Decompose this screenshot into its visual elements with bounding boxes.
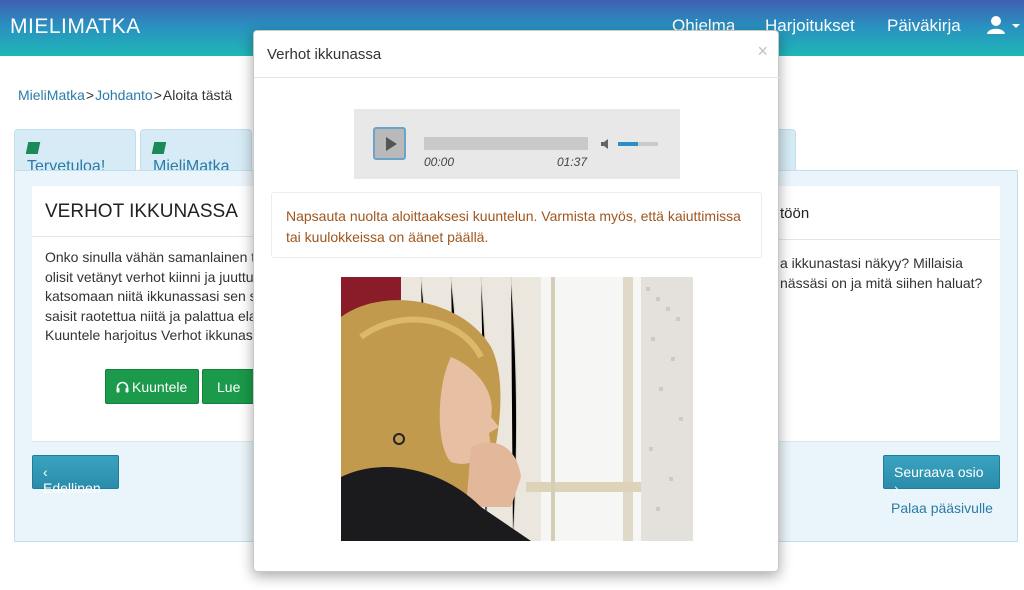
volume-level [618, 142, 638, 146]
audio-player: 00:00 01:37 [354, 109, 680, 179]
close-icon[interactable]: × [757, 41, 768, 62]
volume-slider[interactable] [618, 142, 658, 146]
modal-title: Verhot ikkunassa [267, 46, 382, 63]
seek-bar[interactable] [424, 137, 588, 150]
volume-icon[interactable] [600, 138, 612, 150]
audio-modal: Verhot ikkunassa × 00:00 01:37 Napsauta … [253, 30, 780, 572]
duration: 01:37 [557, 155, 588, 169]
modal-header: Verhot ikkunassa × [254, 31, 780, 78]
instruction-notice: Napsauta nuolta aloittaaksesi kuuntelun.… [271, 192, 762, 258]
woman-at-window-image [341, 277, 693, 541]
play-button[interactable] [373, 127, 406, 160]
current-time: 00:00 [424, 155, 455, 169]
exercise-photo [341, 277, 693, 541]
play-icon [386, 137, 397, 151]
